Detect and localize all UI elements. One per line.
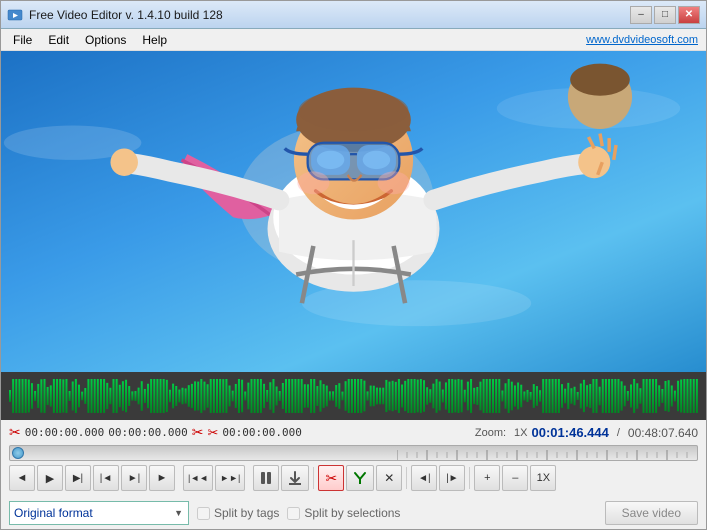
cut-point-time: 00:00:00.000 (222, 426, 301, 439)
maximize-button[interactable]: □ (654, 6, 676, 24)
waveform-svg: // Will be generated programmatically be… (9, 377, 698, 415)
split-tags-group: Split by tags (197, 506, 279, 520)
main-window: Free Video Editor v. 1.4.10 build 128 – … (0, 0, 707, 530)
speed-button[interactable]: 1X (530, 465, 556, 491)
seek-row (9, 445, 698, 461)
mark-button[interactable] (281, 465, 309, 491)
next-mark-button[interactable]: |► (439, 465, 465, 491)
time-row: ✂ 00:00:00.000 00:00:00.000 ✂ ✂ 00:00:00… (9, 424, 698, 441)
to-end-button[interactable]: ►| (121, 465, 147, 491)
video-content (1, 51, 706, 372)
waveform-bar: // Will be generated programmatically be… (1, 372, 706, 420)
menu-bar: File Edit Options Help www.dvdvideosoft.… (1, 29, 706, 51)
close-button[interactable]: ✕ (678, 6, 700, 24)
menu-help[interactable]: Help (134, 31, 175, 49)
window-controls: – □ ✕ (630, 6, 700, 24)
save-video-button[interactable]: Save video (605, 501, 698, 525)
total-time-display: 00:48:07.640 (628, 426, 698, 440)
menu-edit[interactable]: Edit (40, 31, 77, 49)
website-link[interactable]: www.dvdvideosoft.com (586, 34, 702, 46)
title-bar: Free Video Editor v. 1.4.10 build 128 – … (1, 1, 706, 29)
ff-end-button[interactable]: ►►| (215, 465, 245, 491)
play-to-end-button[interactable]: ▶| (65, 465, 91, 491)
cut-start-time: 00:00:00.000 (25, 426, 104, 439)
prev-mark-button[interactable]: ◄| (411, 465, 437, 491)
time-separator: / (617, 427, 620, 439)
go-back-button[interactable]: ◄ (9, 465, 35, 491)
mark-down-icon (288, 471, 302, 485)
scissors-cut-icon: ✂ (207, 425, 218, 441)
waveform-display: // Will be generated programmatically be… (9, 377, 698, 415)
transport-row: ◄ ▶ ▶| |◄ ►| ► |◄◄ ►►| (9, 465, 698, 491)
timeline-ticks (397, 446, 695, 460)
minimize-button[interactable]: – (630, 6, 652, 24)
split-tags-checkbox[interactable] (197, 507, 210, 520)
volume-up-button[interactable]: + (474, 465, 500, 491)
title-text: Free Video Editor v. 1.4.10 build 128 (29, 8, 630, 22)
format-select[interactable]: Original format MP4 AVI MOV MKV WMV (9, 501, 189, 525)
seek-thumb[interactable] (12, 447, 24, 459)
split-selections-group: Split by selections (287, 506, 400, 520)
extract-icon (353, 471, 367, 485)
menu-file[interactable]: File (5, 31, 40, 49)
app-icon (7, 7, 23, 23)
zoom-label: Zoom: (475, 427, 506, 439)
pause-icon (260, 471, 272, 485)
volume-down-button[interactable]: – (502, 465, 528, 491)
play-button[interactable]: ▶ (37, 465, 63, 491)
cut-end-time: 00:00:00.000 (108, 426, 187, 439)
cut-button[interactable]: ✂ (318, 465, 344, 491)
current-time-display: 00:01:46.444 (532, 425, 609, 440)
video-frame (1, 51, 706, 372)
delete-segment-button[interactable]: ✕ (376, 465, 402, 491)
zoom-value: 1X (514, 427, 527, 439)
scissors-right-icon: ✂ (192, 424, 204, 441)
next-frame-button[interactable]: ► (149, 465, 175, 491)
rewind-start-button[interactable]: |◄◄ (183, 465, 213, 491)
split-selections-label: Split by selections (304, 506, 400, 520)
menu-options[interactable]: Options (77, 31, 134, 49)
bottom-row: Original format MP4 AVI MOV MKV WMV Spli… (1, 495, 706, 529)
video-area (1, 51, 706, 372)
scissors-left-icon: ✂ (9, 424, 21, 441)
seek-track[interactable] (9, 445, 698, 461)
pause-button[interactable] (253, 465, 279, 491)
format-select-wrapper: Original format MP4 AVI MOV MKV WMV (9, 501, 189, 525)
split-selections-checkbox[interactable] (287, 507, 300, 520)
split-tags-label: Split by tags (214, 506, 279, 520)
extract-button[interactable] (346, 465, 374, 491)
controls-area: ✂ 00:00:00.000 00:00:00.000 ✂ ✂ 00:00:00… (1, 420, 706, 495)
to-start-button[interactable]: |◄ (93, 465, 119, 491)
